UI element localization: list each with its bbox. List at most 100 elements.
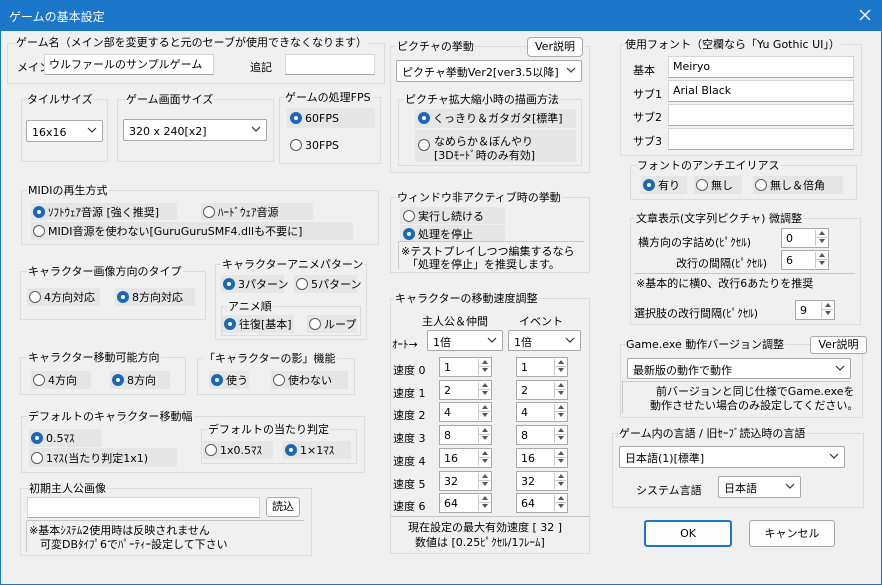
speed-hero-spin[interactable]: 2 bbox=[439, 379, 492, 400]
spin-arrows[interactable] bbox=[554, 381, 566, 398]
font-sub3-input[interactable] bbox=[668, 128, 854, 150]
tile-size-select[interactable]: 16x16 bbox=[26, 120, 103, 142]
anim-loop-radio[interactable]: ループ bbox=[309, 318, 356, 332]
language-select[interactable]: 日本語(1)[標準] bbox=[619, 446, 845, 468]
arrow-down-icon[interactable] bbox=[554, 389, 566, 398]
font-sub1-input[interactable]: Arial Black bbox=[668, 80, 854, 102]
arrow-up-icon[interactable] bbox=[554, 359, 566, 367]
spin-arrows[interactable] bbox=[554, 495, 566, 512]
arrow-up-icon[interactable] bbox=[478, 472, 490, 481]
cancel-button[interactable]: キャンセル bbox=[749, 520, 835, 547]
arrow-up-icon[interactable] bbox=[821, 302, 833, 310]
midi-none-radio[interactable]: MIDI音源を使わない[GuruGuruSMF4.dllも不要に] bbox=[33, 225, 302, 239]
spin-arrows[interactable] bbox=[821, 302, 833, 318]
speed-hero-spin[interactable]: 64 bbox=[439, 493, 492, 514]
arrow-up-icon[interactable] bbox=[554, 427, 566, 436]
hit-one-radio[interactable]: 1×1ﾏｽ bbox=[285, 444, 334, 458]
spin-arrows[interactable] bbox=[478, 427, 490, 444]
spin-arrows[interactable] bbox=[554, 472, 566, 489]
speed-event-spin[interactable]: 64 bbox=[516, 493, 568, 514]
system-language-select[interactable]: 日本語 bbox=[718, 476, 801, 498]
shadow-nouse-radio[interactable]: 使わない bbox=[273, 374, 332, 388]
anim-5-radio[interactable]: 5パターン bbox=[296, 278, 361, 292]
hspace-spin[interactable]: 0 bbox=[781, 228, 829, 248]
speed-event-spin[interactable]: 1 bbox=[516, 357, 568, 377]
spin-arrows[interactable] bbox=[554, 359, 566, 375]
arrow-up-icon[interactable] bbox=[554, 381, 566, 390]
midi-hard-radio[interactable]: ﾊｰﾄﾞｳｪｱ音源 bbox=[203, 206, 279, 220]
arrow-down-icon[interactable] bbox=[478, 480, 490, 489]
speed-hero-spin[interactable]: 8 bbox=[439, 425, 492, 446]
arrow-up-icon[interactable] bbox=[478, 449, 490, 458]
arrow-up-icon[interactable] bbox=[478, 404, 490, 413]
font-basic-input[interactable]: Meiryo bbox=[668, 56, 854, 78]
speed-event-spin[interactable]: 4 bbox=[516, 402, 568, 423]
spin-arrows[interactable] bbox=[478, 381, 490, 398]
arrow-down-icon[interactable] bbox=[815, 238, 827, 246]
hit-half-radio[interactable]: 1x0.5ﾏｽ bbox=[205, 444, 262, 458]
lspace-spin[interactable]: 6 bbox=[781, 250, 829, 270]
arrow-up-icon[interactable] bbox=[478, 359, 490, 367]
auto-hero-select[interactable]: 1倍 bbox=[427, 330, 503, 351]
aa-off2x-radio[interactable]: 無し＆倍角 bbox=[755, 179, 825, 193]
arrow-down-icon[interactable] bbox=[478, 367, 490, 375]
arrow-down-icon[interactable] bbox=[554, 480, 566, 489]
speed-event-spin[interactable]: 2 bbox=[516, 379, 568, 400]
hero-image-load-button[interactable]: 読込 bbox=[266, 497, 300, 517]
arrow-down-icon[interactable] bbox=[554, 503, 566, 512]
spin-arrows[interactable] bbox=[554, 427, 566, 444]
speed-event-spin[interactable]: 16 bbox=[516, 447, 568, 468]
arrow-up-icon[interactable] bbox=[554, 404, 566, 413]
speed-hero-spin[interactable]: 32 bbox=[439, 470, 492, 491]
spin-arrows[interactable] bbox=[815, 230, 827, 246]
fps-60-radio[interactable]: 60FPS bbox=[290, 112, 339, 126]
arrow-up-icon[interactable] bbox=[478, 495, 490, 504]
arrow-down-icon[interactable] bbox=[478, 503, 490, 512]
move-one-radio[interactable]: 1ﾏｽ(当たり判定1x1) bbox=[31, 452, 148, 466]
arrow-up-icon[interactable] bbox=[554, 472, 566, 481]
font-sub2-input[interactable] bbox=[668, 104, 854, 126]
auto-event-select[interactable]: 1倍 bbox=[508, 330, 581, 351]
arrow-down-icon[interactable] bbox=[554, 412, 566, 421]
arrow-down-icon[interactable] bbox=[478, 457, 490, 466]
char-dir-4-radio[interactable]: 4方向対応 bbox=[29, 291, 95, 305]
speed-event-spin[interactable]: 32 bbox=[516, 470, 568, 491]
picture-ver-button[interactable]: Ver説明 bbox=[527, 37, 583, 57]
anim-3-radio[interactable]: 3パターン bbox=[223, 278, 288, 292]
char-dir-8-radio[interactable]: 8方向対応 bbox=[117, 291, 183, 305]
move-half-radio[interactable]: 0.5ﾏｽ bbox=[31, 432, 75, 446]
shadow-use-radio[interactable]: 使う bbox=[211, 374, 248, 388]
close-icon[interactable] bbox=[854, 4, 876, 26]
main-name-input[interactable]: ウルファールのサンプルゲーム bbox=[44, 54, 214, 75]
spin-arrows[interactable] bbox=[478, 449, 490, 466]
spin-arrows[interactable] bbox=[478, 472, 490, 489]
scale-smooth-radio[interactable] bbox=[418, 139, 433, 153]
anim-round-radio[interactable]: 往復[基本] bbox=[224, 318, 292, 332]
ok-button[interactable]: OK bbox=[644, 520, 732, 547]
scale-sharp-radio[interactable]: くっきり＆ガタガタ[標準] bbox=[418, 112, 563, 126]
move-dir-4-radio[interactable]: 4方向 bbox=[33, 374, 77, 388]
speed-hero-spin[interactable]: 16 bbox=[439, 447, 492, 468]
aa-on-radio[interactable]: 有り bbox=[643, 179, 680, 193]
spin-arrows[interactable] bbox=[554, 449, 566, 466]
hero-image-input[interactable] bbox=[27, 497, 260, 518]
spin-arrows[interactable] bbox=[815, 252, 827, 268]
arrow-down-icon[interactable] bbox=[554, 457, 566, 466]
inactive-stop-radio[interactable]: 処理を停止 bbox=[403, 228, 473, 242]
spin-arrows[interactable] bbox=[478, 495, 490, 512]
arrow-down-icon[interactable] bbox=[478, 435, 490, 444]
arrow-up-icon[interactable] bbox=[478, 381, 490, 390]
exe-version-select[interactable]: 最新版の動作で動作 bbox=[627, 358, 851, 379]
suffix-input[interactable] bbox=[285, 54, 375, 75]
arrow-down-icon[interactable] bbox=[478, 412, 490, 421]
screen-size-select[interactable]: 320 x 240[x2] bbox=[123, 119, 267, 141]
spin-arrows[interactable] bbox=[554, 404, 566, 421]
arrow-up-icon[interactable] bbox=[478, 427, 490, 436]
speed-hero-spin[interactable]: 1 bbox=[439, 357, 492, 377]
arrow-up-icon[interactable] bbox=[554, 495, 566, 504]
arrow-up-icon[interactable] bbox=[554, 449, 566, 458]
picture-behavior-select[interactable]: ピクチャ挙動Ver2[ver3.5以降] bbox=[396, 60, 582, 82]
speed-hero-spin[interactable]: 4 bbox=[439, 402, 492, 423]
arrow-down-icon[interactable] bbox=[815, 260, 827, 268]
spin-arrows[interactable] bbox=[478, 359, 490, 375]
